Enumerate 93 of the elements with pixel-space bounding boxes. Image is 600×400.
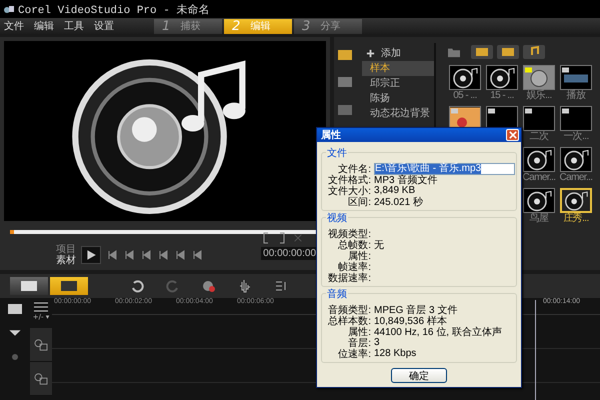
- property-value: 3,849 KB: [374, 185, 416, 196]
- playback-control-icon[interactable]: [106, 249, 118, 261]
- property-label: 文件格式:: [327, 174, 371, 186]
- audio-waveform-icon[interactable]: [238, 279, 252, 293]
- group-title: 文件: [326, 146, 348, 160]
- playback-control-icon[interactable]: [191, 249, 203, 261]
- track-manager-icon[interactable]: [8, 304, 22, 314]
- property-value: 245.021 秒: [374, 196, 423, 208]
- music-filter-icon[interactable]: [523, 45, 545, 59]
- media-thumbnail[interactable]: [523, 106, 555, 131]
- property-label: 文件名:: [337, 162, 371, 174]
- library-category[interactable]: 陈扬: [362, 91, 434, 106]
- property-label: 总帧数:: [337, 238, 371, 250]
- playback-control-icon[interactable]: [123, 249, 135, 261]
- video-filter-icon[interactable]: [471, 45, 493, 59]
- media-thumbnail[interactable]: [486, 65, 518, 90]
- media-label: 二次: [530, 131, 548, 143]
- property-value: MPEG 音层 3 文件: [374, 304, 458, 316]
- timecode-display[interactable]: 00:00:00:00: [261, 247, 318, 260]
- add-button[interactable]: 添加: [362, 45, 434, 61]
- media-label: 鸟屋: [530, 213, 548, 225]
- property-label: 位速率:: [337, 348, 371, 360]
- media-label: 15 - ...: [490, 90, 514, 102]
- property-label: 区间:: [348, 195, 371, 208]
- menu-item[interactable]: 文件: [4, 19, 24, 33]
- undo-icon[interactable]: [130, 279, 144, 293]
- split-clip-icon[interactable]: [293, 232, 304, 244]
- menu-item[interactable]: 工具: [64, 19, 84, 33]
- ok-button[interactable]: 确定: [391, 368, 447, 383]
- property-label: 总样本数:: [327, 314, 371, 326]
- timeline-icon: [61, 281, 77, 291]
- media-thumbnail[interactable]: [523, 188, 555, 213]
- record-capture-icon[interactable]: [202, 279, 216, 293]
- plus-icon: [366, 48, 375, 58]
- clip-mode-label[interactable]: 素材: [56, 255, 76, 266]
- storyboard-view-button[interactable]: [10, 277, 48, 295]
- media-thumbnail[interactable]: [560, 188, 592, 213]
- expand-arrow-icon[interactable]: [8, 328, 22, 338]
- menu-item[interactable]: 设置: [94, 19, 114, 33]
- library-category[interactable]: 邱宗正: [362, 76, 434, 91]
- playback-control-icon[interactable]: [157, 249, 169, 261]
- property-label: 属性:: [347, 250, 371, 262]
- media-thumbnail[interactable]: [523, 147, 555, 172]
- auto-music-icon[interactable]: [274, 279, 288, 293]
- window-title: Corel VideoStudio Pro - 未命名: [18, 3, 210, 16]
- playback-control-icon[interactable]: [140, 249, 152, 261]
- menu-item[interactable]: 编辑: [34, 19, 54, 33]
- media-label: Camer...: [522, 172, 556, 184]
- media-thumbnail[interactable]: [523, 65, 555, 90]
- timeline-view-button[interactable]: [50, 277, 88, 295]
- play-button[interactable]: [81, 246, 101, 264]
- property-label: 文件大小:: [327, 184, 371, 196]
- dialog-title: 属性: [321, 128, 341, 142]
- list-icon[interactable]: [34, 302, 48, 312]
- property-value: 3: [374, 337, 380, 348]
- film-reel-icon: [34, 338, 48, 350]
- property-label: 数据速率:: [327, 272, 371, 284]
- media-label: 庄秀...: [563, 213, 589, 225]
- photo-filter-icon[interactable]: [497, 45, 519, 59]
- media-thumbnail[interactable]: [560, 106, 592, 131]
- play-icon: [85, 249, 97, 261]
- media-thumbnail[interactable]: [560, 147, 592, 172]
- property-value: 10,849,536 样本: [374, 314, 447, 326]
- app-logo-icon: [3, 3, 15, 15]
- media-thumbnail[interactable]: [449, 65, 481, 90]
- filmstrip-icon: [21, 281, 37, 291]
- media-thumbnail[interactable]: [560, 65, 592, 90]
- property-label: 音频类型:: [327, 304, 371, 316]
- property-label: 音层:: [347, 336, 371, 348]
- group-title: 视频: [326, 211, 348, 225]
- folder-icon[interactable]: [447, 46, 461, 58]
- property-label: 属性:: [347, 326, 371, 338]
- media-label: 播放: [566, 90, 586, 102]
- property-label: 视频类型:: [327, 228, 371, 240]
- project-mode-label[interactable]: 项目: [56, 244, 76, 255]
- mark-out-icon[interactable]: [277, 232, 288, 244]
- library-category[interactable]: 样本: [362, 61, 434, 76]
- film-reel-icon: [34, 372, 48, 384]
- property-value: 44100 Hz, 16 位, 联合立体声: [374, 325, 502, 338]
- property-label: 帧速率:: [337, 260, 371, 272]
- step-tab[interactable]: 1 捕获: [154, 18, 222, 34]
- close-button[interactable]: [506, 129, 519, 141]
- group-title: 音频: [326, 287, 348, 301]
- media-label: Camer...: [560, 172, 592, 184]
- media-label: 一次...: [563, 131, 589, 143]
- playback-control-icon[interactable]: [174, 249, 186, 261]
- media-label: 05 - ...: [453, 90, 477, 102]
- property-value: MP3 音频文件: [374, 174, 438, 186]
- media-label: 娱乐...: [526, 90, 552, 102]
- library-category[interactable]: 动态花边背景: [362, 106, 434, 121]
- filename-field[interactable]: E:\音乐\歌曲 - 音乐.mp3: [374, 162, 515, 174]
- property-value: 无: [374, 238, 384, 252]
- property-value: 128 Kbps: [374, 348, 416, 359]
